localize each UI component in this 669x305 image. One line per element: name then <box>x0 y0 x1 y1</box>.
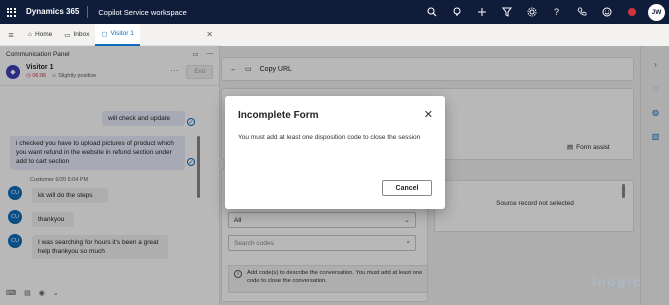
tab-visitor-label: Visitor 1 <box>110 30 134 37</box>
plus-icon[interactable] <box>469 0 494 24</box>
inbox-icon: ▭ <box>64 31 71 39</box>
hamburger-menu-icon[interactable]: ≡ <box>0 30 22 40</box>
cancel-button[interactable]: Cancel <box>382 180 432 196</box>
app-name[interactable]: Copilot Service workspace <box>88 8 186 17</box>
presence-status-icon[interactable] <box>619 0 644 24</box>
watermark-logo: Inogic <box>592 274 643 289</box>
phone-icon[interactable] <box>569 0 594 24</box>
top-navigation-bar: Dynamics 365 Copilot Service workspace ?… <box>0 0 669 24</box>
smiley-icon[interactable] <box>594 0 619 24</box>
gear-icon[interactable] <box>519 0 544 24</box>
tab-inbox[interactable]: ▭ Inbox <box>58 24 95 46</box>
brand-name[interactable]: Dynamics 365 <box>22 6 89 18</box>
user-avatar[interactable]: JW <box>644 0 669 24</box>
help-icon[interactable]: ? <box>544 0 569 24</box>
close-tab-icon[interactable]: ✕ <box>206 30 220 39</box>
search-icon[interactable] <box>419 0 444 24</box>
session-tab-bar: ≡ ⌂ Home ▭ Inbox ▢ Visitor 1 ✕ <box>0 23 220 46</box>
dialog-message: You must add at least one disposition co… <box>238 134 421 141</box>
tab-inbox-label: Inbox <box>73 31 90 38</box>
chat-icon: ▢ <box>101 30 108 38</box>
tab-home[interactable]: ⌂ Home <box>22 24 58 46</box>
tab-home-label: Home <box>34 31 53 38</box>
home-icon: ⌂ <box>28 31 32 38</box>
user-initials: JW <box>648 3 665 21</box>
dialog-title: Incomplete Form <box>238 110 319 121</box>
tab-visitor-1[interactable]: ▢ Visitor 1 <box>95 23 140 46</box>
filter-icon[interactable] <box>494 0 519 24</box>
incomplete-form-dialog: Incomplete Form ✕ You must add at least … <box>225 96 445 209</box>
app-launcher-icon[interactable] <box>0 0 22 24</box>
lightbulb-icon[interactable] <box>444 0 469 24</box>
close-icon[interactable]: ✕ <box>424 108 433 121</box>
